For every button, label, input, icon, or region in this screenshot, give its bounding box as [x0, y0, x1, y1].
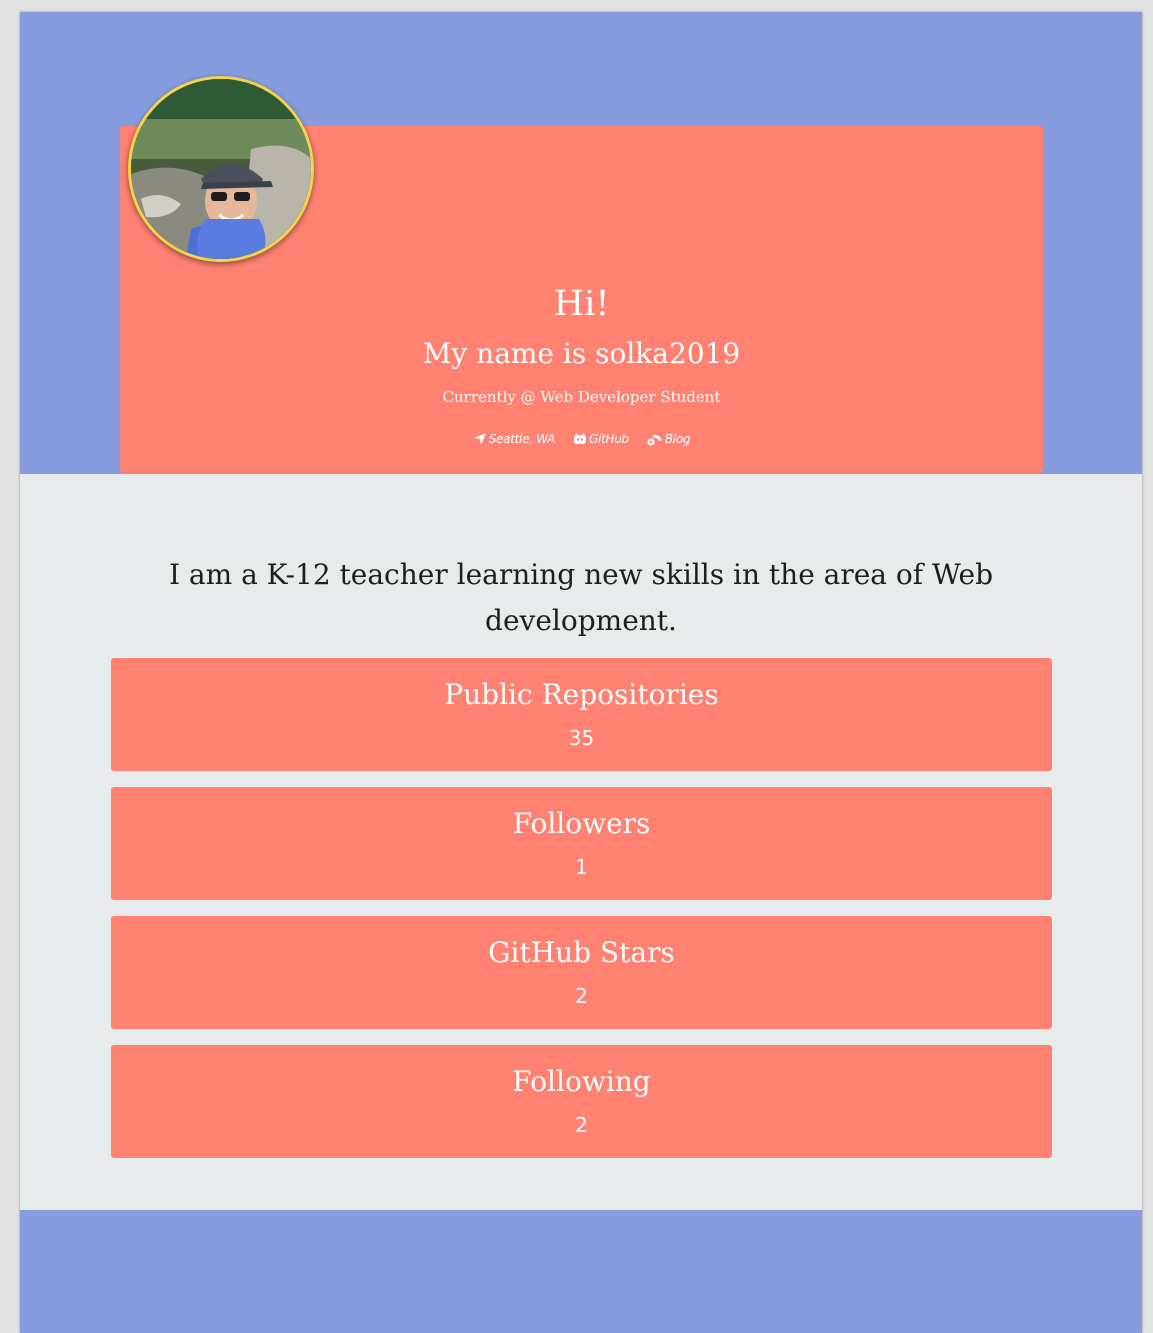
- profile-photo: [131, 79, 311, 259]
- stat-card-following: Following 2: [111, 1045, 1052, 1158]
- stat-value: 2: [575, 1113, 588, 1137]
- stat-card-public-repositories: Public Repositories 35: [111, 658, 1052, 771]
- name-heading: My name is solka2019: [422, 337, 741, 370]
- profile-links: Seattle, WA GitHub Blog: [120, 431, 1043, 447]
- stat-card-github-stars: GitHub Stars 2: [111, 916, 1052, 1029]
- footer-background: [20, 1210, 1142, 1333]
- job-title: Currently @ Web Developer Student: [442, 388, 721, 406]
- blog-link[interactable]: Blog: [647, 431, 691, 447]
- blog-icon: [647, 434, 662, 445]
- stat-card-followers: Followers 1: [111, 787, 1052, 900]
- github-link[interactable]: GitHub: [573, 431, 629, 447]
- stat-label: GitHub Stars: [488, 936, 675, 969]
- stat-value: 35: [568, 726, 595, 750]
- blog-label: Blog: [664, 432, 691, 446]
- stat-value: 1: [575, 855, 588, 879]
- bio-text: I am a K-12 teacher learning new skills …: [168, 558, 994, 637]
- avatar: [128, 76, 314, 262]
- stat-label: Followers: [512, 807, 651, 840]
- portfolio-page: Hi! My name is solka2019 Currently @ Web…: [20, 12, 1142, 1333]
- location-label: Seattle, WA: [488, 432, 556, 446]
- location-arrow-icon: [473, 433, 486, 445]
- stat-label: Following: [512, 1065, 651, 1098]
- github-label: GitHub: [589, 432, 629, 446]
- location-link[interactable]: Seattle, WA: [473, 431, 555, 447]
- stat-value: 2: [575, 984, 588, 1008]
- greeting-heading: Hi!: [553, 284, 610, 324]
- github-icon: [574, 433, 587, 444]
- stat-label: Public Repositories: [444, 678, 719, 711]
